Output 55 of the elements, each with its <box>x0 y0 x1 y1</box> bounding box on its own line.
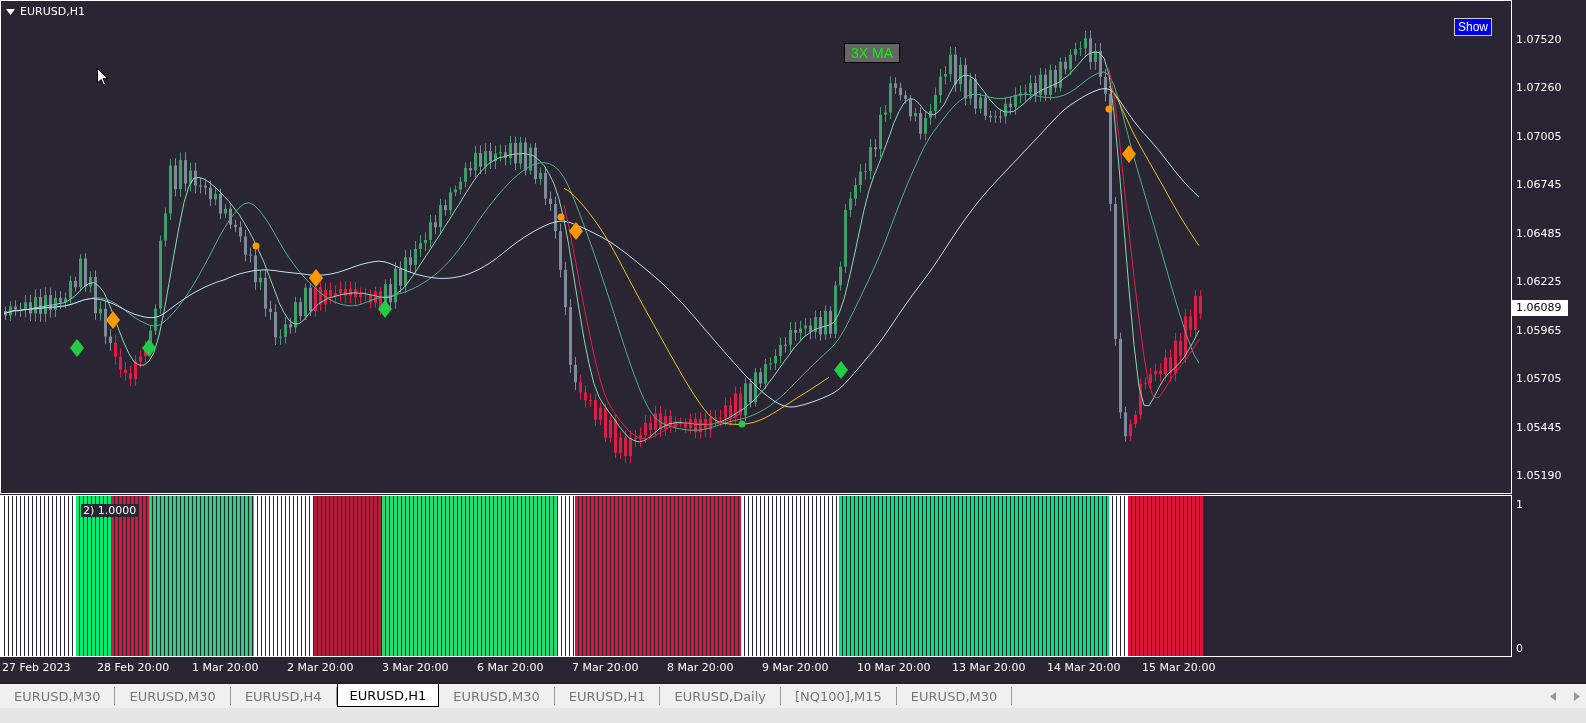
price-tick-label: 1.06745 <box>1516 177 1563 194</box>
diamond-icon <box>378 300 392 318</box>
show-button[interactable]: Show <box>1453 18 1492 36</box>
chart-tab[interactable]: EURUSD,M30 <box>439 687 555 705</box>
price-tick-label: 1.07005 <box>1516 128 1563 145</box>
time-label: 27 Feb 2023 <box>2 661 72 676</box>
scroll-right-icon[interactable] <box>1574 691 1580 701</box>
indicator-label: 3X MA <box>844 43 900 63</box>
chart-tab[interactable]: EURUSD,M30 <box>115 687 231 705</box>
dot-icon <box>1105 105 1113 113</box>
time-label: 14 Mar 20:00 <box>1047 661 1122 676</box>
price-tick-label: 1.05705 <box>1516 371 1563 388</box>
diamond-icon <box>1122 145 1136 163</box>
scale-label: 1 <box>1516 498 1524 511</box>
time-label: 7 Mar 20:00 <box>572 661 640 676</box>
dropdown-caret-icon[interactable] <box>6 8 15 15</box>
chart-tab[interactable]: EURUSD,M30 <box>0 687 116 705</box>
diamond-icon <box>70 339 84 357</box>
current-price-label: 1.06089 <box>1512 300 1568 316</box>
chart-tab[interactable]: EURUSD,H1 <box>554 687 661 705</box>
diamond-icon <box>142 339 156 357</box>
time-label: 13 Mar 20:00 <box>952 661 1027 676</box>
price-tick-label: 1.06225 <box>1516 274 1563 291</box>
price-tick-label: 1.05965 <box>1516 322 1563 339</box>
chart-tab[interactable]: [NQ100],M15 <box>781 687 897 705</box>
chart-tab[interactable]: EURUSD,H1 <box>336 684 440 707</box>
time-label: 1 Mar 20:00 <box>192 661 260 676</box>
time-label: 6 Mar 20:00 <box>477 661 545 676</box>
diamond-icon <box>569 222 583 240</box>
diamond-icon <box>834 361 848 379</box>
time-label: 10 Mar 20:00 <box>857 661 932 676</box>
diamond-icon <box>106 311 120 329</box>
time-label: 9 Mar 20:00 <box>762 661 830 676</box>
scale-label: 0 <box>1516 642 1524 655</box>
dot-icon <box>252 242 260 250</box>
diamond-icon <box>309 269 323 287</box>
time-label: 3 Mar 20:00 <box>382 661 450 676</box>
dot-icon <box>557 213 565 221</box>
time-label: 2 Mar 20:00 <box>287 661 355 676</box>
time-label: 8 Mar 20:00 <box>667 661 735 676</box>
price-tick-label: 1.06485 <box>1516 225 1563 242</box>
price-tick-label: 1.05190 <box>1516 467 1563 484</box>
chart-tab[interactable]: EURUSD,H4 <box>230 687 337 705</box>
price-tick-label: 1.07260 <box>1516 80 1563 97</box>
chart-tab[interactable]: EURUSD,Daily <box>660 687 782 705</box>
price-tick-label: 1.05445 <box>1516 419 1563 436</box>
indicator-value-label: 2) 1.0000 <box>81 504 139 517</box>
time-label: 15 Mar 20:00 <box>1142 661 1217 676</box>
price-tick-label: 1.07520 <box>1516 32 1563 48</box>
dot-icon <box>738 420 746 428</box>
time-label: 28 Feb 20:00 <box>97 661 171 676</box>
mouse-cursor-icon <box>97 68 108 86</box>
chart-tab[interactable]: EURUSD,M30 <box>896 687 1013 705</box>
scroll-left-icon[interactable] <box>1550 691 1556 701</box>
chart-title: EURUSD,H1 <box>20 5 85 18</box>
